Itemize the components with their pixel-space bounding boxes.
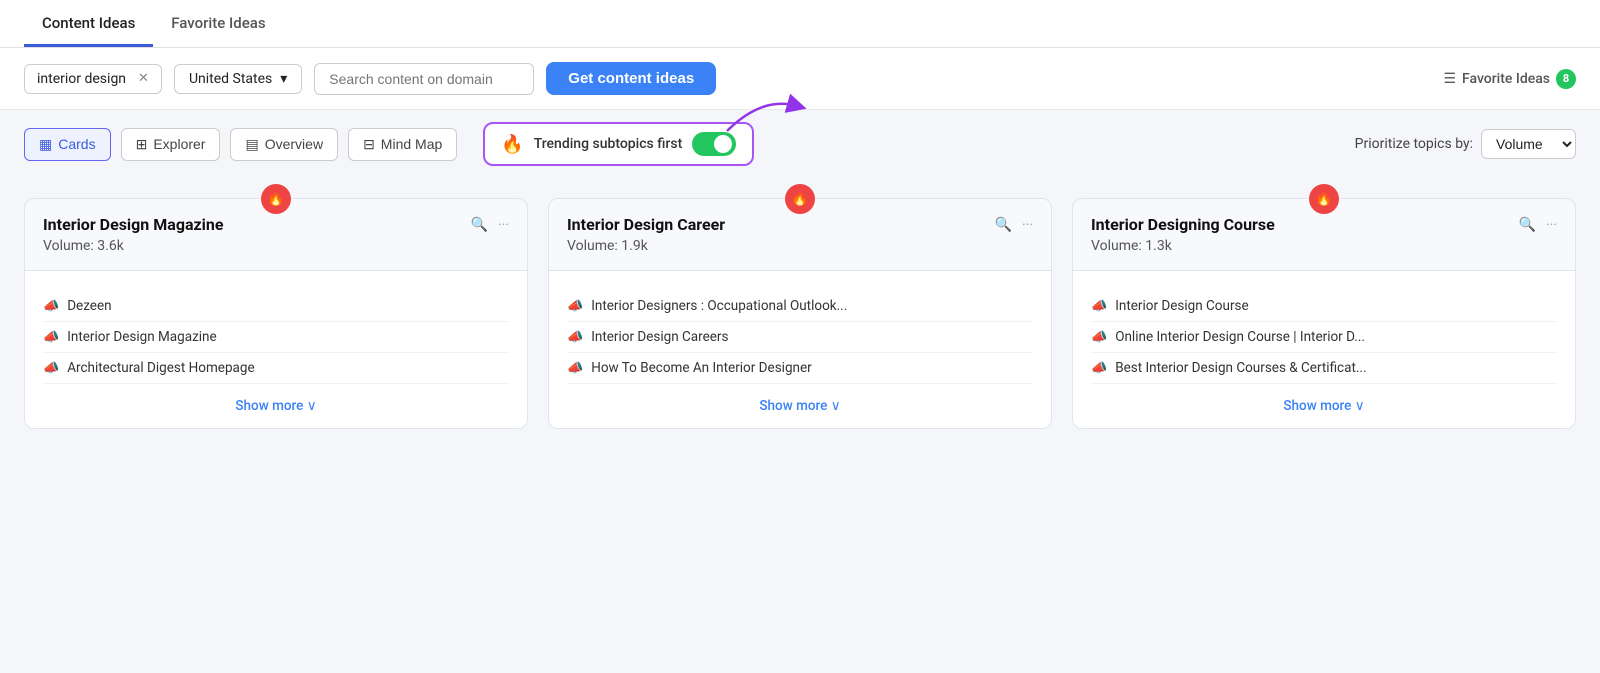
view-tab-mindmap[interactable]: ⊟ Mind Map	[348, 128, 457, 161]
card1-search-icon[interactable]: 🔍	[471, 217, 488, 233]
list-icon: ☰	[1443, 71, 1456, 87]
card3-flame-badge: 🔥	[1309, 184, 1339, 214]
view-tab-cards[interactable]: ▦ Cards	[24, 128, 111, 161]
card2-result-3-text: How To Become An Interior Designer	[591, 360, 812, 376]
cards-icon: ▦	[39, 136, 52, 153]
megaphone-icon-blue: 📣	[43, 361, 59, 376]
arrow-annotation	[722, 86, 812, 136]
favorite-ideas-link[interactable]: ☰ Favorite Ideas 8	[1443, 69, 1576, 89]
megaphone-icon-blue: 📣	[1091, 361, 1107, 376]
card2-result-2: 📣 Interior Design Careers	[567, 322, 1033, 353]
card3-result-2-text: Online Interior Design Course | Interior…	[1115, 329, 1365, 345]
get-ideas-button[interactable]: Get content ideas	[546, 62, 716, 95]
card2-actions: 🔍 ···	[995, 217, 1033, 233]
prioritize-row: Prioritize topics by: Volume Trend Diffi…	[1355, 129, 1576, 159]
card3-title: Interior Designing Course	[1091, 215, 1275, 234]
card1-result-3-text: Architectural Digest Homepage	[67, 360, 254, 376]
card-col-1: 🔥 Interior Design Magazine 🔍 ··· Volume:…	[24, 198, 528, 429]
trending-subtopics-box: 🔥 Trending subtopics first	[483, 122, 754, 166]
card2-result-1-text: Interior Designers : Occupational Outloo…	[591, 298, 847, 314]
overview-label: Overview	[265, 136, 323, 152]
card2-show-more[interactable]: Show more ∨	[567, 398, 1033, 414]
top-tab-bar: Content Ideas Favorite Ideas	[0, 0, 1600, 48]
prioritize-select[interactable]: Volume Trend Difficulty	[1481, 129, 1576, 159]
country-selector[interactable]: United States ▾	[174, 64, 302, 94]
card1-result-2: 📣 Interior Design Magazine	[43, 322, 509, 353]
card3-result-2: 📣 Online Interior Design Course | Interi…	[1091, 322, 1557, 353]
card3-result-1: 📣 Interior Design Course	[1091, 291, 1557, 322]
card1-volume: Volume: 3.6k	[43, 238, 509, 254]
explorer-label: Explorer	[153, 136, 205, 152]
keyword-close-icon[interactable]: ✕	[138, 71, 149, 86]
view-row: ▦ Cards ⊞ Explorer ▤ Overview ⊟ Mind Map…	[0, 110, 1600, 178]
card1-title: Interior Design Magazine	[43, 215, 224, 234]
keyword-tag: interior design ✕	[24, 64, 162, 94]
card2-volume: Volume: 1.9k	[567, 238, 1033, 254]
card1-result-1: 📣 Dezeen	[43, 291, 509, 322]
card2-result-1: 📣 Interior Designers : Occupational Outl…	[567, 291, 1033, 322]
card1-result-3: 📣 Architectural Digest Homepage	[43, 353, 509, 384]
card2-flame-badge: 🔥	[785, 184, 815, 214]
card3-result-3-text: Best Interior Design Courses & Certifica…	[1115, 360, 1366, 376]
card3-result-1-text: Interior Design Course	[1115, 298, 1248, 314]
favorite-count-badge: 8	[1556, 69, 1576, 89]
mindmap-label: Mind Map	[381, 136, 442, 152]
megaphone-icon-blue: 📣	[567, 361, 583, 376]
megaphone-icon-blue: 📣	[1091, 330, 1107, 345]
country-label: United States	[189, 71, 272, 87]
card1-actions: 🔍 ···	[471, 217, 509, 233]
megaphone-icon-blue: 📣	[567, 330, 583, 345]
mindmap-icon: ⊟	[363, 136, 375, 153]
explorer-icon: ⊞	[136, 136, 148, 153]
card2-search-icon[interactable]: 🔍	[995, 217, 1012, 233]
card1-result-1-text: Dezeen	[67, 298, 111, 314]
overview-icon: ▤	[245, 136, 258, 153]
chevron-down-icon: ▾	[280, 71, 287, 87]
card3-show-more[interactable]: Show more ∨	[1091, 398, 1557, 414]
domain-search-input[interactable]	[314, 63, 534, 95]
megaphone-icon-green: 📣	[1091, 299, 1107, 314]
megaphone-icon-green: 📣	[43, 299, 59, 314]
view-tab-overview[interactable]: ▤ Overview	[230, 128, 338, 161]
card2-result-3: 📣 How To Become An Interior Designer	[567, 353, 1033, 384]
card1-flame-badge: 🔥	[261, 184, 291, 214]
cards-area: 🔥 Interior Design Magazine 🔍 ··· Volume:…	[0, 178, 1600, 449]
card3-search-icon[interactable]: 🔍	[1519, 217, 1536, 233]
card-col-2: 🔥 Interior Design Career 🔍 ··· Volume: 1…	[548, 198, 1052, 429]
tab-content-ideas[interactable]: Content Ideas	[24, 0, 153, 47]
card1-body: 📣 Dezeen 📣 Interior Design Magazine 📣 Ar…	[24, 271, 528, 429]
card3-volume: Volume: 1.3k	[1091, 238, 1557, 254]
megaphone-icon-green: 📣	[567, 299, 583, 314]
card-col-3: 🔥 Interior Designing Course 🔍 ··· Volume…	[1072, 198, 1576, 429]
card3-result-3: 📣 Best Interior Design Courses & Certifi…	[1091, 353, 1557, 384]
card1-result-2-text: Interior Design Magazine	[67, 329, 216, 345]
card2-more-icon[interactable]: ···	[1022, 217, 1033, 233]
card1-show-more[interactable]: Show more ∨	[43, 398, 509, 414]
trending-flame-icon: 🔥	[501, 134, 523, 155]
tab-favorite-ideas[interactable]: Favorite Ideas	[153, 0, 283, 47]
card3-more-icon[interactable]: ···	[1546, 217, 1557, 233]
view-tab-explorer[interactable]: ⊞ Explorer	[121, 128, 221, 161]
card2-title: Interior Design Career	[567, 215, 725, 234]
favorite-ideas-label: Favorite Ideas	[1462, 71, 1550, 87]
trending-label: Trending subtopics first	[534, 136, 683, 152]
card1-more-icon[interactable]: ···	[498, 217, 509, 233]
cards-label: Cards	[58, 136, 95, 152]
card2-body: 📣 Interior Designers : Occupational Outl…	[548, 271, 1052, 429]
keyword-text: interior design	[37, 71, 126, 87]
card3-body: 📣 Interior Design Course 📣 Online Interi…	[1072, 271, 1576, 429]
card3-actions: 🔍 ···	[1519, 217, 1557, 233]
card2-result-2-text: Interior Design Careers	[591, 329, 728, 345]
prioritize-label: Prioritize topics by:	[1355, 136, 1473, 152]
megaphone-icon-blue: 📣	[43, 330, 59, 345]
